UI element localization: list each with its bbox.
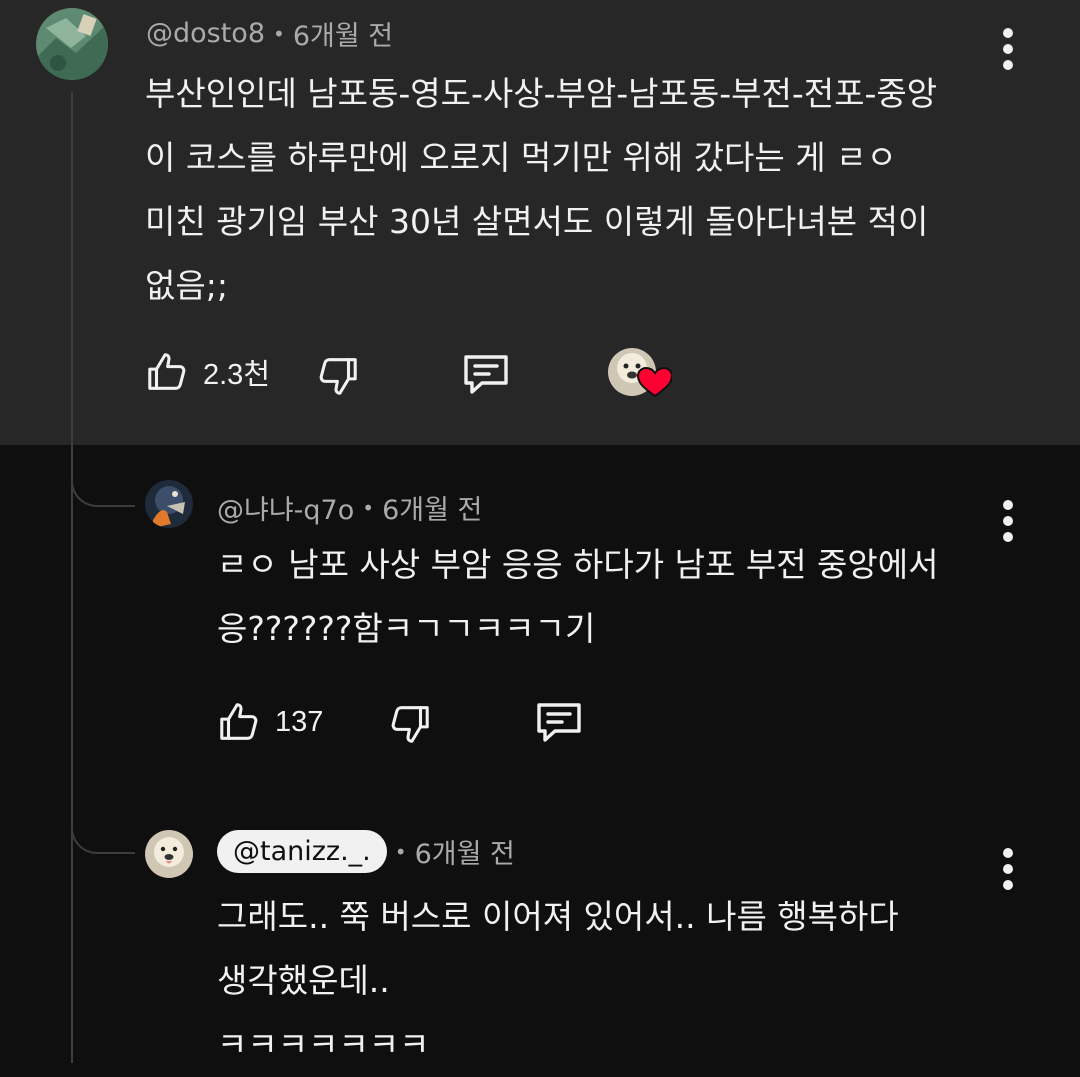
comment-author[interactable]: @dosto8 — [146, 18, 265, 49]
meta-separator: • — [394, 839, 407, 864]
comment-meta: @tanizz._. • 6개월 전 — [217, 830, 515, 873]
reply-icon — [537, 703, 581, 742]
reply-connector — [71, 760, 135, 854]
more-vert-icon[interactable] — [1002, 848, 1014, 896]
reply-button[interactable] — [533, 698, 585, 746]
like-button[interactable]: 137 — [217, 698, 323, 746]
comment-timestamp[interactable]: 6개월 전 — [382, 488, 482, 527]
thread-line — [71, 92, 73, 1063]
comment-author-highlighted[interactable]: @tanizz._. — [217, 830, 387, 873]
comment-author[interactable]: @냐냐-q7o — [217, 488, 354, 527]
like-button[interactable]: 2.3천 — [145, 348, 270, 396]
dislike-icon — [319, 358, 357, 395]
avatar[interactable] — [145, 480, 193, 528]
like-icon — [220, 703, 258, 740]
comment-meta: @dosto8 • 6개월 전 — [146, 14, 393, 53]
more-vert-icon[interactable] — [1002, 28, 1014, 76]
meta-separator: • — [362, 495, 375, 520]
like-icon — [148, 353, 186, 390]
like-count: 137 — [275, 705, 324, 738]
reply-icon — [464, 355, 508, 394]
comment-timestamp[interactable]: 6개월 전 — [415, 832, 515, 871]
reply-button[interactable] — [460, 350, 512, 398]
like-count: 2.3천 — [203, 359, 270, 391]
comment-meta: @냐냐-q7o • 6개월 전 — [217, 488, 482, 527]
comment-text: 그래도.. 쭉 버스로 이어져 있어서.. 나름 행복하다 생각했운데.. ㅋㅋ… — [217, 897, 899, 1064]
meta-separator: • — [273, 21, 285, 46]
dislike-button[interactable] — [314, 352, 360, 400]
reply-connector — [71, 445, 135, 507]
avatar[interactable] — [36, 8, 108, 80]
dislike-icon — [391, 706, 429, 743]
comment-text: ㄹㅇ 남포 사상 부암 응응 하다가 남포 부전 중앙에서 응??????함ㅋㄱ… — [217, 545, 939, 648]
creator-heart-badge[interactable] — [608, 348, 674, 398]
avatar[interactable] — [145, 830, 193, 878]
comment-text: 부산인인데 남포동-영도-사상-부암-남포동-부전-전포-중앙 이 코스를 하루… — [145, 74, 938, 305]
more-vert-icon[interactable] — [1002, 500, 1014, 548]
dislike-button[interactable] — [386, 700, 432, 748]
comment-timestamp[interactable]: 6개월 전 — [293, 14, 393, 53]
